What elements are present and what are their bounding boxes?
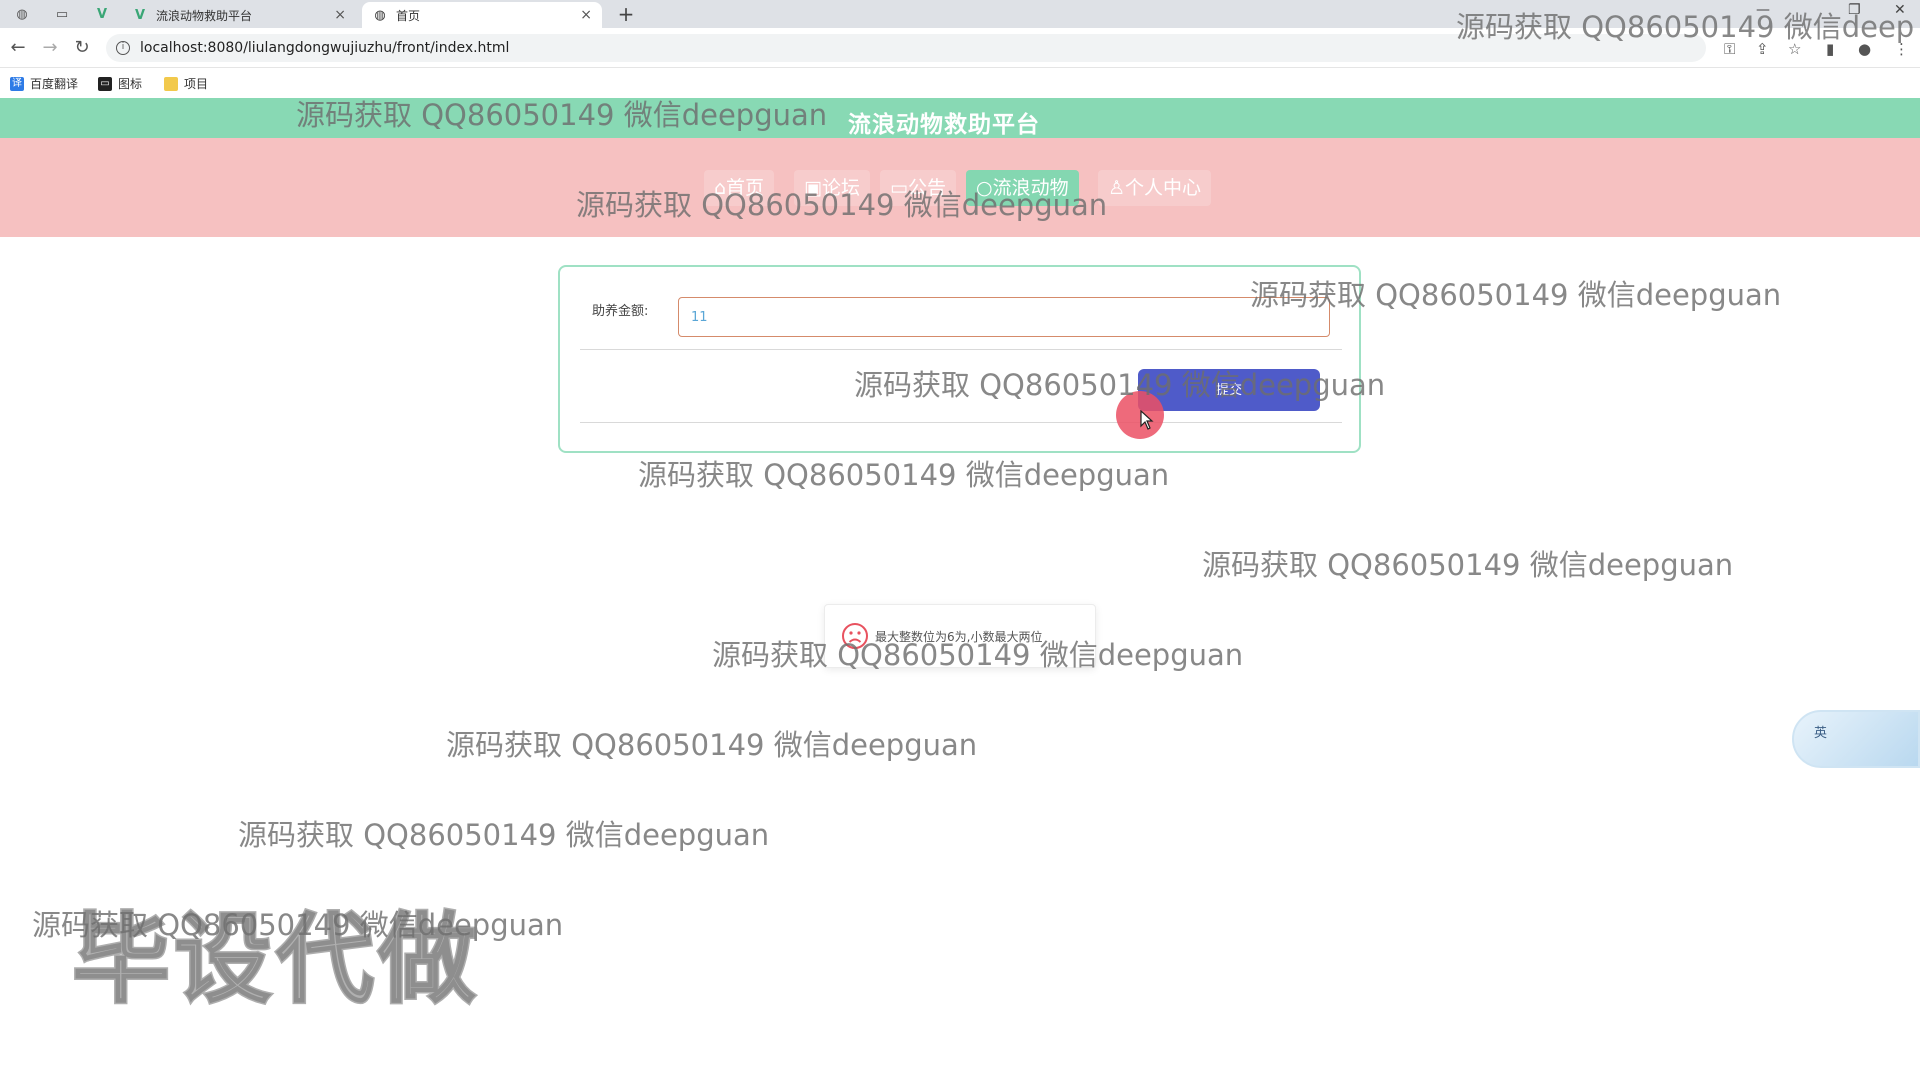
- bookmark-label: 项目: [184, 77, 209, 91]
- bookmark-label: 百度翻译: [30, 77, 79, 91]
- amount-label: 助养金额:: [592, 304, 649, 319]
- nav-personal-center[interactable]: ♙个人中心: [1098, 170, 1212, 206]
- ime-widget[interactable]: 英: [1792, 710, 1920, 768]
- translate-icon: 译: [10, 76, 24, 91]
- folder-dark-icon: ▭: [98, 76, 112, 91]
- url-text: localhost:8080/liulangdongwujiuzhu/front…: [140, 40, 510, 56]
- watermark: 源码获取 QQ86050149 微信deepguan: [446, 728, 978, 762]
- bookmarks-bar: 译 百度翻译 ▭ 图标 项目: [0, 68, 1920, 98]
- watermark: 源码获取 QQ86050149 微信deepguan: [32, 908, 564, 942]
- blank-tab-icon[interactable]: ▭: [48, 4, 76, 24]
- bookmark-label: 图标: [118, 77, 143, 91]
- new-tab-button[interactable]: +: [614, 2, 638, 26]
- mouse-cursor-icon: [1140, 410, 1154, 430]
- ime-mode-label: 英: [1814, 726, 1828, 741]
- watermark: 源码获取 QQ86050149 微信deepguan: [854, 368, 1386, 402]
- info-icon[interactable]: i: [116, 41, 130, 55]
- watermark: 源码获取 QQ86050149 微信deepguan: [296, 98, 828, 132]
- amount-input[interactable]: [678, 297, 1330, 337]
- vue-icon[interactable]: V: [88, 4, 116, 24]
- divider: [580, 349, 1342, 350]
- bookmark-icons[interactable]: ▭ 图标: [98, 75, 142, 92]
- globe-icon: ◍: [374, 7, 386, 23]
- watermark: 源码获取 QQ86050149 微信deepguan: [576, 188, 1108, 222]
- site-title: 流浪动物救助平台: [848, 112, 1040, 138]
- site-header: 流浪动物救助平台: [0, 98, 1920, 138]
- vue-icon: V: [134, 7, 146, 23]
- close-icon[interactable]: ×: [580, 7, 592, 23]
- reload-icon[interactable]: ↻: [70, 36, 94, 60]
- bookmark-baidu-translate[interactable]: 译 百度翻译: [10, 75, 78, 92]
- tab-rescue-platform[interactable]: V 流浪动物救助平台 ×: [122, 2, 356, 28]
- forward-icon[interactable]: →: [38, 36, 62, 60]
- watermark: 源码获取 QQ86050149 微信deepguan: [638, 458, 1170, 492]
- tab-label: 流浪动物救助平台: [156, 8, 253, 23]
- watermark: 源码获取 QQ86050149 微信deepguan: [1202, 548, 1734, 582]
- watermark: 源码获取 QQ86050149 微信deepguan: [238, 818, 770, 852]
- tab-home[interactable]: ◍ 首页 ×: [362, 2, 602, 28]
- divider: [580, 422, 1342, 423]
- back-icon[interactable]: ←: [6, 36, 30, 60]
- bookmark-projects[interactable]: 项目: [164, 75, 208, 92]
- watermark: 源码获取 QQ86050149 微信deepguan: [1250, 278, 1782, 312]
- watermark: 源码获取 QQ86050149 微信deep: [1456, 10, 1915, 44]
- adoption-form-card: 助养金额: 提交: [558, 265, 1361, 453]
- globe-icon[interactable]: ◍: [8, 4, 36, 24]
- close-icon[interactable]: ×: [334, 7, 346, 23]
- tab-label: 首页: [396, 8, 421, 23]
- watermark: 源码获取 QQ86050149 微信deepguan: [712, 638, 1244, 672]
- folder-yellow-icon: [164, 76, 178, 91]
